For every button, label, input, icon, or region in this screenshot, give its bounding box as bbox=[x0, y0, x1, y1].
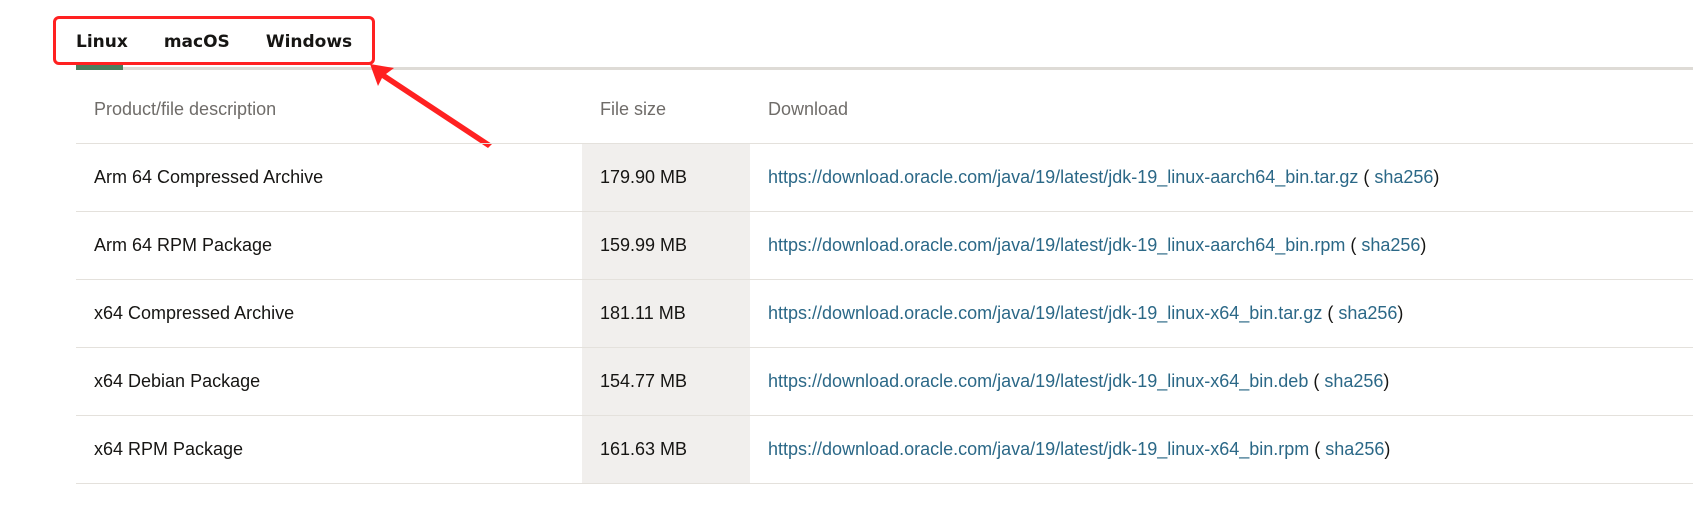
row-file-size: 179.90 MB bbox=[582, 144, 750, 211]
download-link[interactable]: https://download.oracle.com/java/19/late… bbox=[768, 167, 1358, 188]
row-download: https://download.oracle.com/java/19/late… bbox=[768, 303, 1404, 324]
table-row: x64 Debian Package 154.77 MB https://dow… bbox=[76, 348, 1693, 416]
table-row: x64 Compressed Archive 181.11 MB https:/… bbox=[76, 280, 1693, 348]
sha256-link[interactable]: sha256 bbox=[1338, 303, 1397, 324]
active-tab-indicator bbox=[76, 65, 123, 70]
row-file-size: 161.63 MB bbox=[582, 416, 750, 483]
table-row: Arm 64 RPM Package 159.99 MB https://dow… bbox=[76, 212, 1693, 280]
downloads-table: Product/file description File size Downl… bbox=[76, 76, 1693, 484]
tab-divider bbox=[76, 67, 1693, 70]
row-description: x64 RPM Package bbox=[94, 439, 244, 459]
table-header-row: Product/file description File size Downl… bbox=[76, 76, 1693, 144]
header-file-size: File size bbox=[600, 99, 667, 119]
sha256-link[interactable]: sha256 bbox=[1324, 371, 1383, 392]
sha256-link[interactable]: sha256 bbox=[1361, 235, 1420, 256]
table-row: Arm 64 Compressed Archive 179.90 MB http… bbox=[76, 144, 1693, 212]
row-download: https://download.oracle.com/java/19/late… bbox=[768, 439, 1391, 460]
row-description: x64 Compressed Archive bbox=[94, 303, 295, 323]
row-file-size: 181.11 MB bbox=[582, 280, 750, 347]
row-file-size: 154.77 MB bbox=[582, 348, 750, 415]
download-link[interactable]: https://download.oracle.com/java/19/late… bbox=[768, 439, 1309, 460]
table-row: x64 RPM Package 161.63 MB https://downlo… bbox=[76, 416, 1693, 484]
row-description: Arm 64 RPM Package bbox=[94, 235, 273, 255]
annotation-highlight-box bbox=[53, 16, 375, 65]
header-download: Download bbox=[768, 99, 849, 119]
download-link[interactable]: https://download.oracle.com/java/19/late… bbox=[768, 235, 1345, 256]
download-link[interactable]: https://download.oracle.com/java/19/late… bbox=[768, 371, 1308, 392]
row-download: https://download.oracle.com/java/19/late… bbox=[768, 371, 1390, 392]
row-download: https://download.oracle.com/java/19/late… bbox=[768, 235, 1427, 256]
row-description: x64 Debian Package bbox=[94, 371, 261, 391]
sha256-link[interactable]: sha256 bbox=[1374, 167, 1433, 188]
row-download: https://download.oracle.com/java/19/late… bbox=[768, 167, 1440, 188]
row-file-size: 159.99 MB bbox=[582, 212, 750, 279]
sha256-link[interactable]: sha256 bbox=[1325, 439, 1384, 460]
row-description: Arm 64 Compressed Archive bbox=[94, 167, 324, 187]
header-description: Product/file description bbox=[94, 99, 277, 119]
download-link[interactable]: https://download.oracle.com/java/19/late… bbox=[768, 303, 1322, 324]
